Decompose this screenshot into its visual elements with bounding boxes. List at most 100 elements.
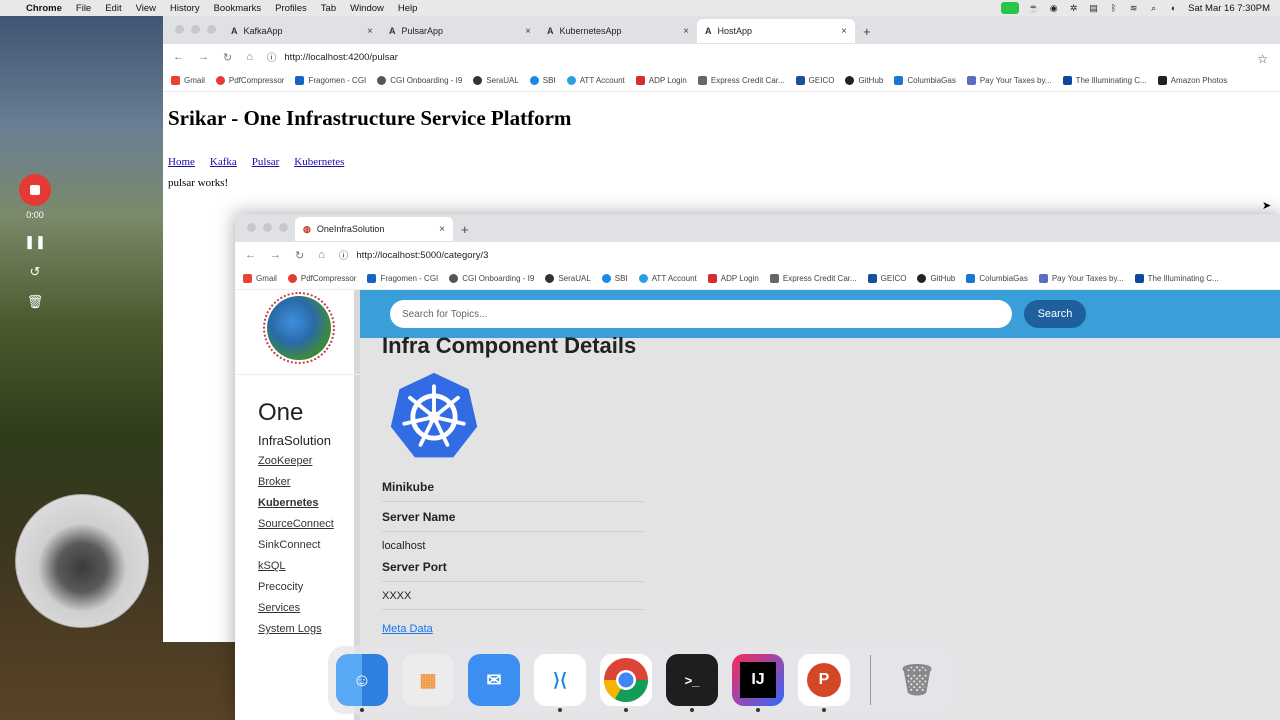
- menu-help[interactable]: Help: [398, 3, 418, 14]
- reload-icon[interactable]: ↻: [295, 249, 304, 262]
- finder-icon[interactable]: ☺: [336, 654, 388, 712]
- close-window-button[interactable]: [247, 223, 256, 232]
- back-icon[interactable]: ←: [173, 51, 184, 63]
- site-info-icon[interactable]: ⓘ: [339, 248, 349, 262]
- menu-view[interactable]: View: [136, 3, 156, 14]
- nav-pulsar-link[interactable]: Pulsar: [252, 156, 280, 168]
- menu-file[interactable]: File: [76, 3, 91, 14]
- bookmark-item[interactable]: PdfCompressor: [215, 76, 284, 85]
- bookmark-item[interactable]: ADP Login: [635, 76, 687, 85]
- menu-window[interactable]: Window: [350, 3, 384, 14]
- bookmark-item[interactable]: GitHub: [917, 274, 955, 283]
- bookmark-item[interactable]: ATT Account: [638, 274, 697, 283]
- intellij-icon[interactable]: IJ: [732, 654, 784, 712]
- menu-edit[interactable]: Edit: [105, 3, 121, 14]
- nav-kafka-link[interactable]: Kafka: [210, 156, 237, 168]
- terminal-icon[interactable]: >_: [666, 654, 718, 712]
- home-icon[interactable]: ⌂: [318, 249, 325, 261]
- screen-record-icon[interactable]: ◉: [1048, 3, 1059, 13]
- wifi-icon[interactable]: ≋: [1128, 3, 1139, 13]
- stop-record-button[interactable]: [19, 174, 51, 206]
- bookmark-item[interactable]: The Illuminating C...: [1062, 76, 1147, 85]
- sidebar-item-kubernetes[interactable]: Kubernetes: [258, 497, 354, 509]
- bookmark-item[interactable]: The Illuminating C...: [1134, 274, 1219, 283]
- bookmark-item[interactable]: Pay Your Taxes by...: [1038, 274, 1124, 283]
- bookmark-item[interactable]: SBI: [529, 76, 556, 85]
- mail-icon[interactable]: ✉: [468, 654, 520, 706]
- minimize-window-button[interactable]: [263, 223, 272, 232]
- vscode-icon[interactable]: ⟩⟨: [534, 654, 586, 712]
- back-icon[interactable]: ←: [245, 249, 256, 261]
- facetime-icon[interactable]: [1001, 2, 1020, 14]
- powerpoint-icon[interactable]: P: [798, 654, 850, 712]
- trash-icon[interactable]: 🗑: [891, 654, 943, 706]
- close-icon[interactable]: ×: [841, 26, 847, 37]
- bookmark-item[interactable]: GEICO: [795, 76, 834, 85]
- sidebar-item-ksql[interactable]: kSQL: [258, 560, 354, 572]
- menu-history[interactable]: History: [170, 3, 200, 14]
- bookmark-item[interactable]: Fragomen - CGI: [367, 274, 438, 283]
- trash-icon[interactable]: 🗑: [27, 294, 44, 310]
- forward-icon[interactable]: →: [198, 51, 209, 63]
- tab-kubernetesapp[interactable]: A KubernetesApp ×: [539, 19, 697, 43]
- chrome-icon[interactable]: [600, 654, 652, 712]
- bookmark-item[interactable]: SeraUAL: [545, 274, 591, 283]
- sidebar-item-system-logs[interactable]: System Logs: [258, 623, 354, 635]
- zoom-window-button[interactable]: [207, 25, 216, 34]
- teapot-icon[interactable]: ☕: [1028, 3, 1039, 13]
- zoom-window-button[interactable]: [279, 223, 288, 232]
- sidebar-item-services[interactable]: Services: [258, 602, 354, 614]
- gear-icon[interactable]: ✲: [1068, 3, 1079, 13]
- nav-home-link[interactable]: Home: [168, 156, 195, 168]
- bookmark-item[interactable]: Amazon Photos: [1157, 76, 1227, 85]
- bookmark-item[interactable]: ColumbiaGas: [966, 274, 1028, 283]
- bookmark-item[interactable]: ATT Account: [566, 76, 625, 85]
- tab-oneinfrasolution[interactable]: ◍ OneInfraSolution ×: [295, 217, 453, 241]
- pause-icon[interactable]: ❚❚: [24, 234, 46, 250]
- restart-icon[interactable]: ↺: [30, 264, 41, 280]
- menu-tab[interactable]: Tab: [321, 3, 336, 14]
- bookmark-item[interactable]: Gmail: [171, 76, 205, 85]
- keyboard-icon[interactable]: ▤: [1088, 3, 1099, 13]
- bookmark-item[interactable]: Gmail: [243, 274, 277, 283]
- bookmark-item[interactable]: Express Credit Car...: [697, 76, 785, 85]
- address-bar[interactable]: ⓘ http://localhost:4200/pulsar: [267, 50, 398, 65]
- close-icon[interactable]: ×: [525, 26, 531, 37]
- search-icon[interactable]: ⌕: [1148, 3, 1159, 13]
- tab-hostapp[interactable]: A HostApp ×: [697, 19, 855, 43]
- new-tab-icon[interactable]: +: [863, 24, 871, 39]
- menu-profiles[interactable]: Profiles: [275, 3, 307, 14]
- menubar-clock[interactable]: Sat Mar 16 7:30PM: [1188, 3, 1270, 14]
- reload-icon[interactable]: ↻: [223, 51, 232, 64]
- close-icon[interactable]: ×: [367, 26, 373, 37]
- sidebar-item-sinkconnect[interactable]: SinkConnect: [258, 539, 354, 551]
- nav-kubernetes-link[interactable]: Kubernetes: [294, 156, 344, 168]
- tab-kafkaapp[interactable]: A KafkaApp ×: [223, 19, 381, 43]
- bookmark-item[interactable]: Express Credit Car...: [769, 274, 857, 283]
- address-bar[interactable]: ⓘ http://localhost:5000/category/3: [339, 248, 489, 263]
- menu-bookmarks[interactable]: Bookmarks: [214, 3, 262, 14]
- launchpad-icon[interactable]: ▦: [402, 654, 454, 706]
- bookmark-item[interactable]: ADP Login: [707, 274, 759, 283]
- sidebar-item-sourceconnect[interactable]: SourceConnect: [258, 518, 354, 530]
- sidebar-item-broker[interactable]: Broker: [258, 476, 354, 488]
- new-tab-icon[interactable]: +: [461, 222, 469, 237]
- sidebar-item-zookeeper[interactable]: ZooKeeper: [258, 455, 354, 467]
- bookmark-item[interactable]: SBI: [601, 274, 628, 283]
- home-icon[interactable]: ⌂: [246, 51, 253, 63]
- meta-data-link[interactable]: Meta Data: [382, 623, 433, 635]
- bookmark-item[interactable]: CGI Onboarding - I9: [449, 274, 534, 283]
- sidebar-item-precocity[interactable]: Precocity: [258, 581, 354, 593]
- minimize-window-button[interactable]: [191, 25, 200, 34]
- bookmark-item[interactable]: Fragomen - CGI: [295, 76, 366, 85]
- site-info-icon[interactable]: ⓘ: [267, 50, 277, 64]
- bookmark-item[interactable]: PdfCompressor: [287, 274, 356, 283]
- bookmark-item[interactable]: SeraUAL: [473, 76, 519, 85]
- close-icon[interactable]: ×: [683, 26, 689, 37]
- bookmark-star-icon[interactable]: ☆: [1257, 52, 1268, 66]
- bookmark-item[interactable]: Pay Your Taxes by...: [966, 76, 1052, 85]
- search-button[interactable]: Search: [1024, 300, 1086, 328]
- bookmark-item[interactable]: GitHub: [845, 76, 883, 85]
- control-center-icon[interactable]: ◐: [1168, 3, 1179, 13]
- close-window-button[interactable]: [175, 25, 184, 34]
